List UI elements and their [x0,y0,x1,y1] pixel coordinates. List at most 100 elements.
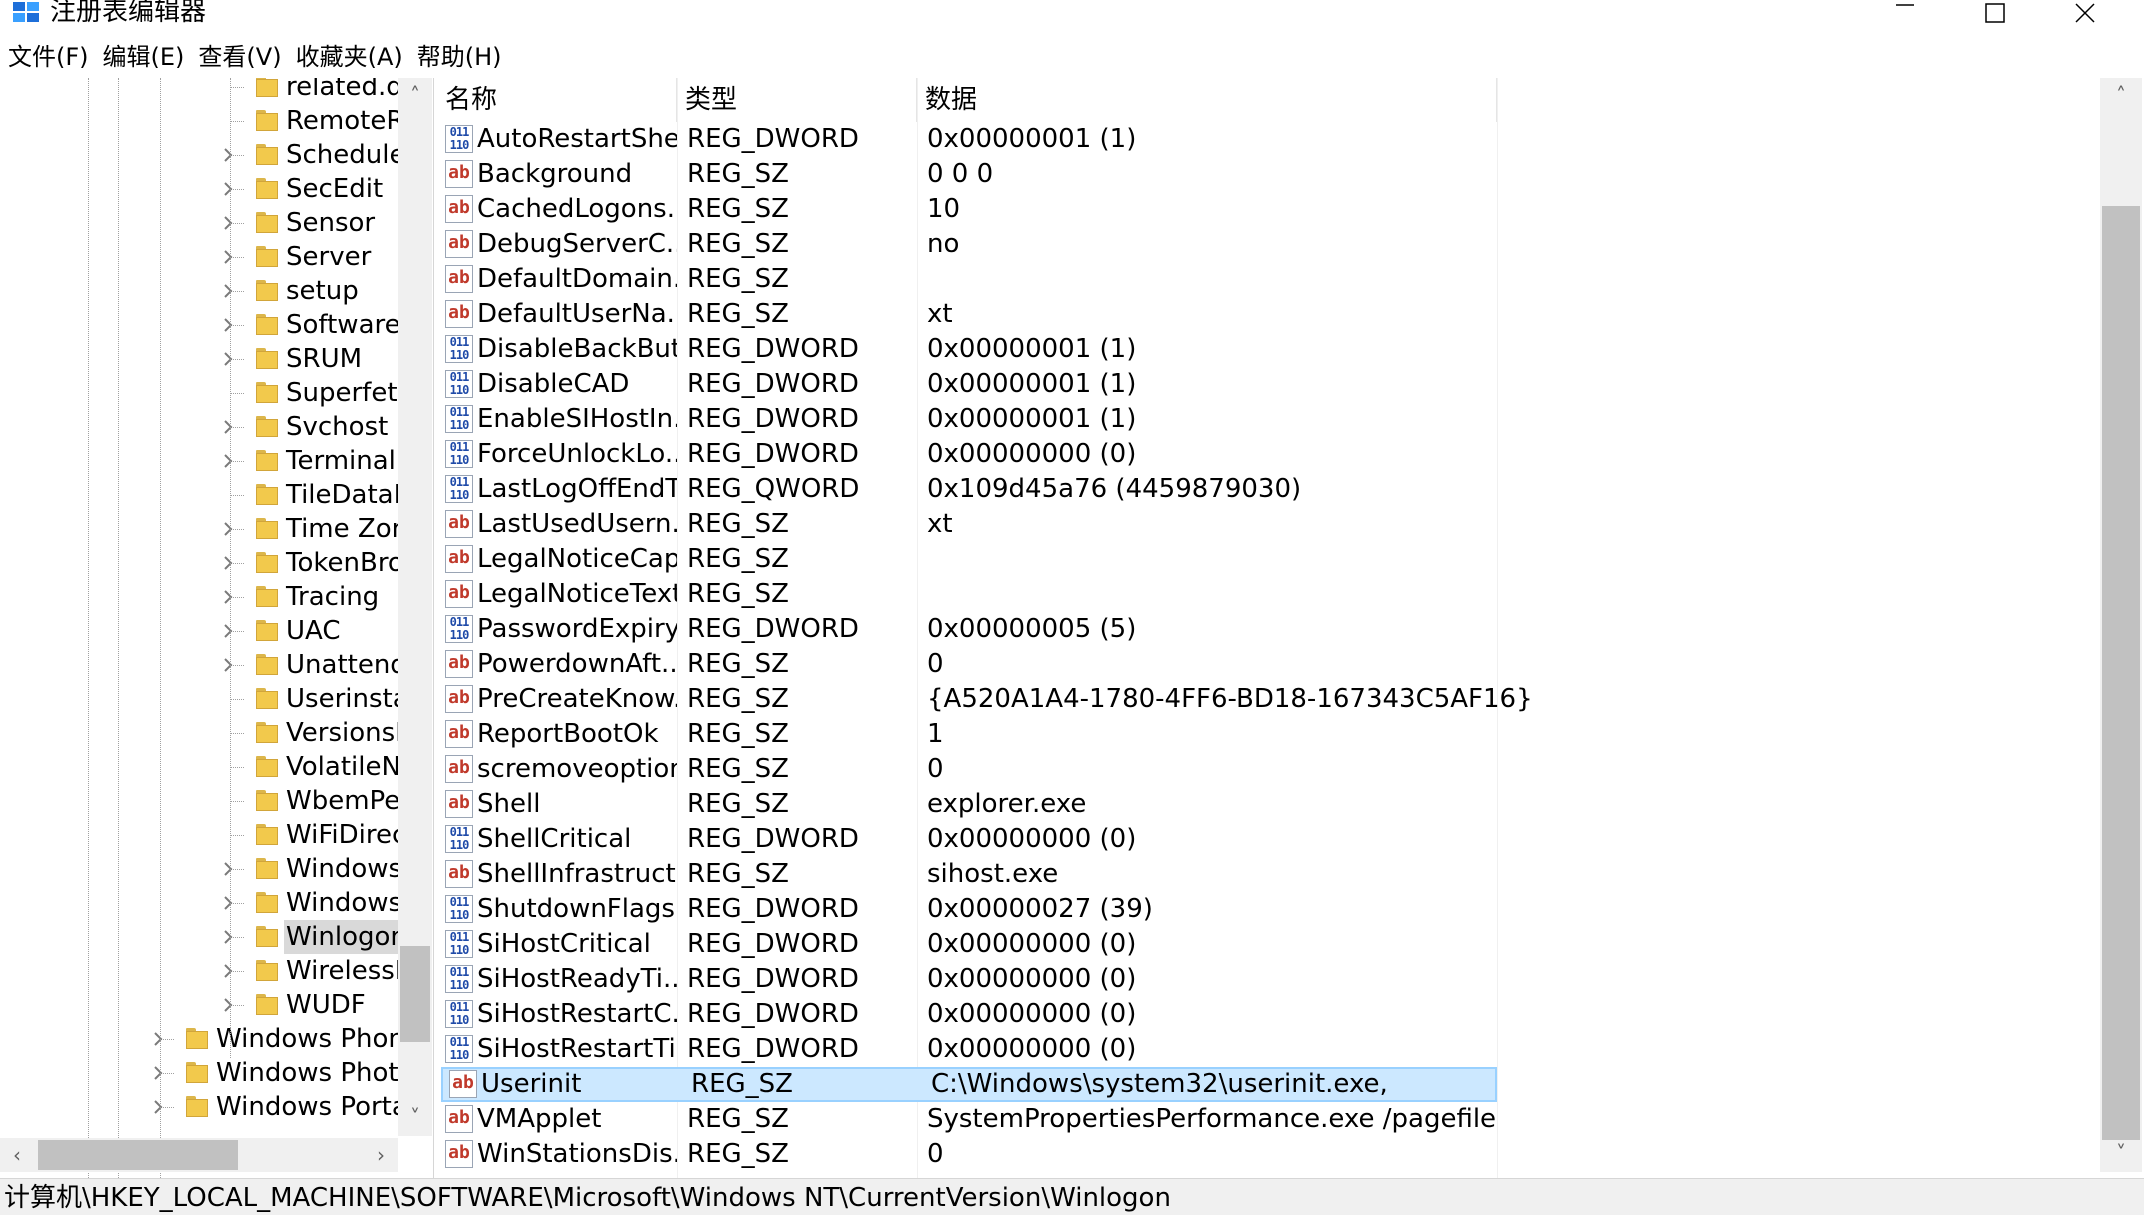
tree-item[interactable]: Time Zon [0,512,408,546]
tree-item[interactable]: UAC [0,614,398,648]
tree-item[interactable]: Windows! [0,886,412,920]
registry-value-row[interactable]: 011 110 SiHostReadyTi... REG_DWORD 0x0000000… [437,962,1497,997]
tree-item[interactable]: Schedule [0,138,405,172]
tree-item[interactable]: setup [0,274,398,308]
registry-value-row[interactable]: ab CachedLogons... REG_SZ 10 [437,192,1497,227]
tree-item[interactable]: Windows Phone [0,1022,421,1056]
maximize-button[interactable] [1950,0,2040,28]
tree-item[interactable]: Sensor [0,206,398,240]
menu-favorites[interactable]: 收藏夹(A) [289,40,410,74]
registry-value-row[interactable]: ab PreCreateKnow... REG_SZ {A520A1A4-1780-4… [437,682,1533,717]
tree-item[interactable]: Tracing [0,580,398,614]
expand-chevron-icon[interactable] [218,512,238,546]
registry-value-row[interactable]: 011 110 SiHostRestartC... REG_DWORD 0x000000… [437,997,1497,1032]
expand-chevron-icon[interactable] [218,342,238,376]
tree-item[interactable]: SecEdit [0,172,398,206]
registry-value-row[interactable]: ab Shell REG_SZ explorer.exe [437,787,1497,822]
registry-value-row[interactable]: 011 110 ShellCritical REG_DWORD 0x00000000 (… [437,822,1497,857]
expand-chevron-icon[interactable] [218,240,238,274]
registry-value-row[interactable]: abShellInfrastruct... REG_SZ sihost.exe [437,857,1497,892]
expand-chevron-icon[interactable] [218,920,238,954]
expand-chevron-icon[interactable] [218,444,238,478]
tree-item[interactable]: Windows Photo [0,1056,415,1090]
tree-item[interactable]: Winlogon [0,920,409,954]
expand-chevron-icon[interactable] [148,1056,168,1090]
expand-chevron-icon[interactable] [218,206,238,240]
registry-value-row[interactable]: ab LegalNoticeText REG_SZ [437,577,1497,612]
tree-item[interactable]: RemoteR [0,104,404,138]
registry-value-row[interactable]: abLegalNoticeCap... REG_SZ [437,542,1497,577]
tree-item[interactable]: Windows Portal [0,1090,415,1124]
scroll-down-icon[interactable]: ˅ [398,1100,432,1134]
registry-value-row[interactable]: ab scremoveoption REG_SZ 0 [437,752,1497,787]
tree-item[interactable]: SRUM [0,342,398,376]
registry-value-row[interactable]: 011 110 SiHostCritical REG_DWORD 0x00000000 … [437,927,1497,962]
scroll-down-icon[interactable]: ˅ [2104,1136,2138,1170]
expand-chevron-icon[interactable] [218,274,238,308]
registry-value-row[interactable]: ab VMApplet REG_SZ SystemPropertiesPerforma… [437,1102,1497,1137]
expand-chevron-icon[interactable] [218,410,238,444]
close-button[interactable] [2040,0,2130,28]
tree-item[interactable]: Unattend [0,648,407,682]
expand-chevron-icon[interactable] [218,546,238,580]
expand-chevron-icon[interactable] [218,852,238,886]
scroll-up-icon[interactable]: ˄ [2104,78,2138,112]
registry-value-row[interactable]: 011 110 EnableSIHostIn... REG_DWORD 0x000000… [437,402,1497,437]
tree-item[interactable]: WiFiDirec [0,818,406,852]
tree-item[interactable]: TileDataM [0,478,416,512]
minimize-button[interactable] [1860,0,1950,28]
expand-chevron-icon[interactable] [218,886,238,920]
tree-item[interactable]: Userinstal [0,682,416,716]
tree-item[interactable]: WUDF [0,988,398,1022]
tree-item[interactable]: VolatileNo [0,750,417,784]
menu-help[interactable]: 帮助(H) [410,40,509,74]
scroll-left-icon[interactable]: ‹ [0,1138,34,1172]
registry-value-row[interactable]: ab WinStationsDis... REG_SZ 0 [437,1137,1497,1172]
column-header-type[interactable]: 类型 [677,78,917,122]
expand-chevron-icon[interactable] [218,138,238,172]
expand-chevron-icon[interactable] [218,614,238,648]
registry-value-row[interactable]: 011110LastLogOffEndT... REG_QWORD 0x109d45… [437,472,1497,507]
column-header-data[interactable]: 数据 [917,78,1497,122]
registry-value-row[interactable]: ab ReportBootOk REG_SZ 1 [437,717,1497,752]
registry-value-row[interactable]: 011110SiHostRestartTi... REG_DWORD 0x00000… [437,1032,1497,1067]
registry-value-row[interactable]: ab DefaultUserNa... REG_SZ xt [437,297,1497,332]
registry-value-row[interactable]: ab DefaultDomain... REG_SZ [437,262,1497,297]
tree-item[interactable]: SoftwareP [0,308,416,342]
tree-item[interactable]: related.de [0,78,419,104]
expand-chevron-icon[interactable] [218,988,238,1022]
registry-value-row[interactable]: ab Userinit REG_SZ C:\Windows\system32\user… [441,1067,1497,1102]
expand-chevron-icon[interactable] [148,1022,168,1056]
tree-item[interactable]: Terminal S [0,444,421,478]
menu-view[interactable]: 查看(V) [191,40,288,74]
expand-chevron-icon[interactable] [218,648,238,682]
registry-value-row[interactable]: 011110PasswordExpiry... REG_DWORD 0x000000… [437,612,1497,647]
scroll-right-icon[interactable]: › [364,1138,398,1172]
tree-item[interactable]: Svchost [0,410,398,444]
tree-item[interactable]: WbemPer [0,784,411,818]
scroll-up-icon[interactable]: ˄ [398,78,432,112]
registry-value-row[interactable]: 011 110 DisableCAD REG_DWORD 0x00000001 (1) [437,367,1497,402]
registry-value-row[interactable]: ab PowerdownAft... REG_SZ 0 [437,647,1497,682]
tree-item[interactable]: VersionsL [0,716,410,750]
registry-value-row[interactable]: 011 110 ForceUnlockLo... REG_DWORD 0x0000000… [437,437,1497,472]
list-vertical-scroll-thumb[interactable] [2102,206,2140,1140]
column-header-name[interactable]: 名称 [437,78,677,122]
expand-chevron-icon[interactable] [218,580,238,614]
tree-item[interactable]: Windows [0,852,402,886]
registry-value-row[interactable]: ab DebugServerC... REG_SZ no [437,227,1497,262]
expand-chevron-icon[interactable] [218,954,238,988]
registry-tree[interactable]: related.de RemoteR Schedule SecEdit Sensor Se… [0,78,434,1178]
tree-item[interactable]: TokenBro [0,546,404,580]
expand-chevron-icon[interactable] [148,1090,168,1124]
tree-item[interactable]: WirelessD [0,954,415,988]
tree-item[interactable]: Server [0,240,398,274]
tree-horizontal-scroll-thumb[interactable] [38,1140,238,1170]
menu-edit[interactable]: 编辑(E) [96,40,192,74]
registry-value-row[interactable]: 011 110 AutoRestartShell REG_DWORD 0x0000000… [437,122,1497,157]
registry-value-row[interactable]: ab Background REG_SZ 0 0 0 [437,157,1497,192]
menu-file[interactable]: 文件(F) [0,40,96,74]
registry-value-row[interactable]: 011 110 ShutdownFlags REG_DWORD 0x00000027 (… [437,892,1497,927]
registry-value-row[interactable]: 011110DisableBackBut... REG_DWORD 0x000000… [437,332,1497,367]
tree-item[interactable]: Superfetc [0,376,412,410]
